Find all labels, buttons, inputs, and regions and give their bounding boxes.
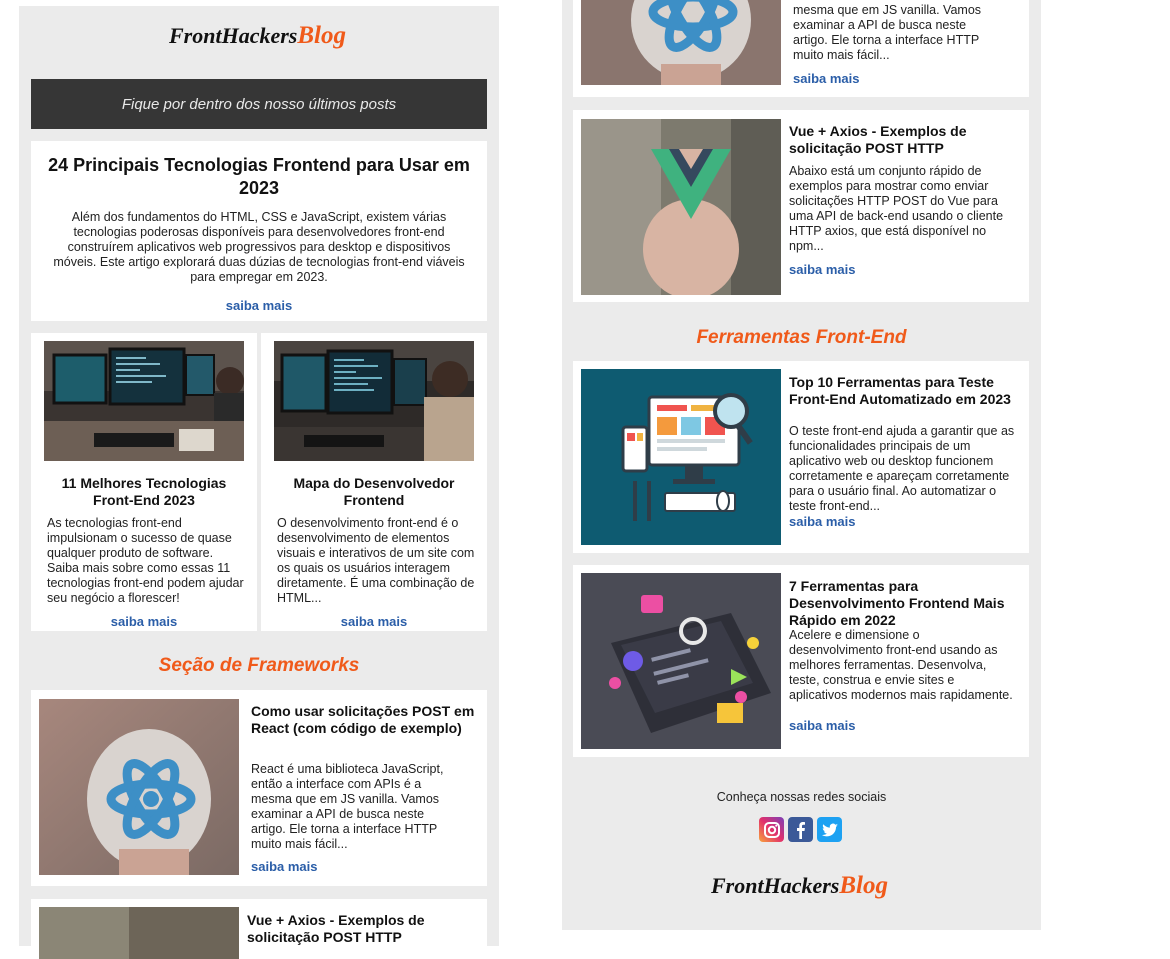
framework-read-more-link[interactable]: saiba mais [251,859,318,874]
framework-post-card: Como usar solicitações POST em React (co… [31,690,487,886]
framework-post-card: Vue + Axios - Exemplos de solicitação PO… [573,110,1029,302]
framework-post-excerpt: mesma que em JS vanilla. Vamos examinar … [793,3,982,62]
framework-read-more-link[interactable]: saiba mais [789,262,856,277]
banner-text: Fique por dentro dos nosso últimos posts [121,95,397,113]
framework-post-title[interactable]: Vue + Axios - Exemplos de solicitação PO… [789,123,1015,157]
framework-post-card: mesma que em JS vanilla. Vamos examinar … [573,0,1029,97]
social-icons [759,817,842,842]
featured-post-card: 24 Principais Tecnologias Frontend para … [31,141,487,321]
tools-section-title: Ferramentas Front-End [696,327,907,348]
grid-post-title[interactable]: Mapa do Desenvolvedor Frontend [271,475,477,509]
tool-post-card: Top 10 Ferramentas para Teste Front-End … [573,361,1029,553]
grid-post-card: Mapa do Desenvolvedor Frontend O desenvo… [261,333,487,631]
social-label: Conheça nossas redes sociais [716,790,887,804]
grid-post-excerpt: O desenvolvimento front-end é o desenvol… [277,516,475,605]
grid-read-more-link[interactable]: saiba mais [31,614,257,629]
framework-post-excerpt: Abaixo está um conjunto rápido de exempl… [789,164,1004,253]
left-email-column: FrontHackersBlog Fique por dentro dos no… [19,6,499,959]
instagram-icon[interactable] [759,817,784,842]
vue-logo-image[interactable] [39,907,239,959]
react-logo-image[interactable] [581,0,781,85]
facebook-icon[interactable] [788,817,813,842]
featured-read-more-link[interactable]: saiba mais [31,298,487,313]
right-email-column: mesma que em JS vanilla. Vamos examinar … [562,0,1041,930]
tool-read-more-link[interactable]: saiba mais [789,514,856,529]
framework-post-excerpt: React é uma biblioteca JavaScript, então… [251,762,444,851]
framework-post-card: Vue + Axios - Exemplos de solicitação PO… [31,899,487,959]
frameworks-section-title: Seção de Frameworks [158,655,360,676]
tool-read-more-link[interactable]: saiba mais [789,718,856,733]
testing-illustration-image[interactable] [581,369,781,545]
desk-monitors-image[interactable] [44,341,244,461]
grid-post-card: 11 Melhores Tecnologias Front-End 2023 A… [31,333,257,631]
footer-brand-logo[interactable]: FrontHackersBlog [711,872,888,900]
vue-logo-image[interactable] [581,119,781,295]
grid-post-title[interactable]: 11 Melhores Tecnologias Front-End 2023 [41,475,247,509]
brand-logo[interactable]: FrontHackersBlog [169,22,346,50]
featured-post-title[interactable]: 24 Principais Tecnologias Frontend para … [45,154,473,200]
tool-post-title[interactable]: Top 10 Ferramentas para Teste Front-End … [789,374,1019,408]
tool-post-excerpt: O teste front-end ajuda a garantir que a… [789,424,1015,513]
tool-post-excerpt: Acelere e dimensione o desenvolvimento f… [789,628,1013,702]
react-logo-image[interactable] [39,699,239,875]
developer-desk-image[interactable] [274,341,474,461]
newsletter-banner: Fique por dentro dos nosso últimos posts [31,79,487,129]
twitter-icon[interactable] [817,817,842,842]
framework-post-title[interactable]: Como usar solicitações POST em React (co… [251,703,477,737]
grid-read-more-link[interactable]: saiba mais [261,614,487,629]
featured-post-excerpt: Além dos fundamentos do HTML, CSS e Java… [53,210,465,284]
framework-post-title[interactable]: Vue + Axios - Exemplos de solicitação PO… [247,912,477,946]
tool-post-card: 7 Ferramentas para Desenvolvimento Front… [573,565,1029,757]
dev-tools-illustration-image[interactable] [581,573,781,749]
framework-read-more-link[interactable]: saiba mais [793,71,860,86]
tool-post-title[interactable]: 7 Ferramentas para Desenvolvimento Front… [789,578,1019,629]
grid-post-excerpt: As tecnologias front-end impulsionam o s… [47,516,244,605]
